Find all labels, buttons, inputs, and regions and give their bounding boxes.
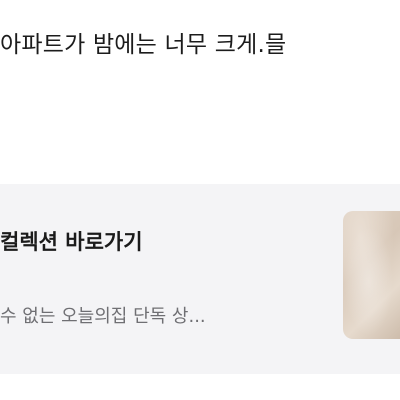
collection-shortcut-description: 수 없는 오늘의집 단독 상... xyxy=(0,306,206,327)
page: 아파트가 밤에는 너무 크게.믈 컬렉션 바로가기 수 없는 오늘의집 단독 상… xyxy=(0,0,400,400)
collection-shortcut-title: 컬렉션 바로가기 xyxy=(0,230,143,254)
collection-shortcut-card[interactable]: 컬렉션 바로가기 수 없는 오늘의집 단독 상... xyxy=(0,184,400,374)
article-body-text: 아파트가 밤에는 너무 크게.믈 xyxy=(0,32,287,58)
collection-thumbnail-image xyxy=(343,211,400,339)
